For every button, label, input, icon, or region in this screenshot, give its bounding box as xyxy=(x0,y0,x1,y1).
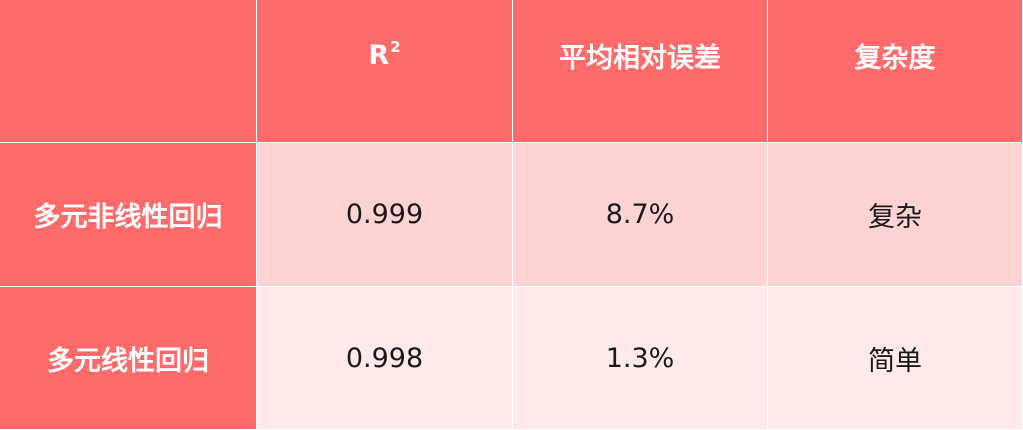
table-cell-error: 8.7% xyxy=(513,143,768,287)
header-mean-relative-error: 平均相对误差 xyxy=(513,0,768,143)
table-cell-error: 1.3% xyxy=(513,287,768,430)
header-error-label: 平均相对误差 xyxy=(559,42,721,74)
header-complexity: 复杂度 xyxy=(768,0,1023,143)
header-complexity-label: 复杂度 xyxy=(854,42,936,74)
cell-value: 8.7% xyxy=(605,199,675,230)
cell-value: 简单 xyxy=(868,345,922,377)
header-corner-cell xyxy=(0,0,257,143)
table-cell-complexity: 简单 xyxy=(768,287,1023,430)
cell-value: 0.999 xyxy=(345,199,424,230)
cell-value: 0.998 xyxy=(345,342,424,374)
row-label-text: 多元非线性回归 xyxy=(33,202,223,233)
cell-value: 1.3% xyxy=(605,342,675,374)
comparison-table: R2 平均相对误差 复杂度 多元非线性回归 0.999 8.7% 复杂 多元线性… xyxy=(0,0,1023,430)
row-label-linear: 多元线性回归 xyxy=(0,287,257,430)
row-label-nonlinear: 多元非线性回归 xyxy=(0,143,257,287)
header-r2: R2 xyxy=(257,0,513,143)
table-cell-complexity: 复杂 xyxy=(768,143,1023,287)
header-r-symbol: R xyxy=(368,39,390,71)
table-cell-r2: 0.998 xyxy=(257,287,513,430)
header-r2-label: R2 xyxy=(368,37,401,71)
table-cell-r2: 0.999 xyxy=(257,143,513,287)
row-label-text: 多元线性回归 xyxy=(47,345,209,377)
header-r-superscript: 2 xyxy=(390,37,401,56)
cell-value: 复杂 xyxy=(868,202,922,233)
